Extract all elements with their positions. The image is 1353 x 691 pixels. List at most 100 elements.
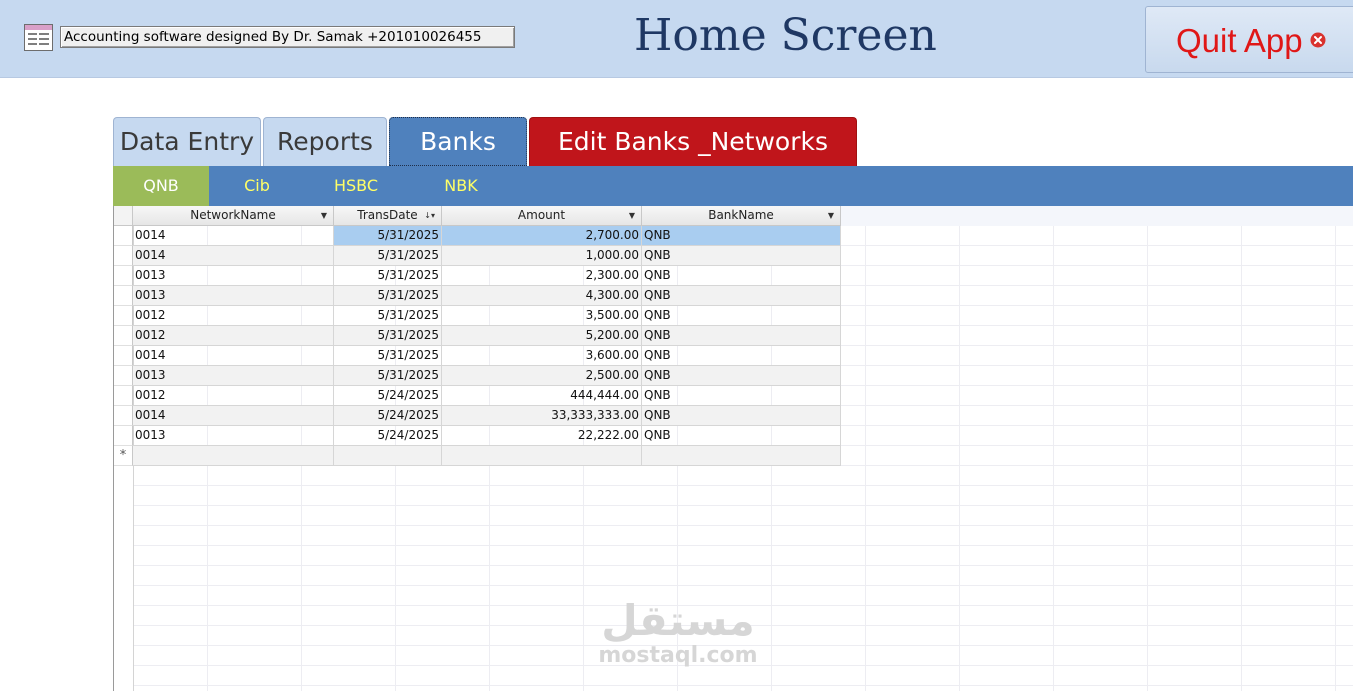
record-selector[interactable] — [114, 426, 133, 446]
record-selector[interactable] — [114, 386, 133, 406]
cell-networkname[interactable]: 0013 — [133, 286, 334, 306]
column-header-networkname[interactable]: NetworkName ▼ — [133, 206, 334, 226]
cell-transdate[interactable]: 5/24/2025 — [334, 386, 442, 406]
bank-subtab-bar: QNB Cib HSBC NBK — [113, 166, 1353, 206]
dropdown-arrow-icon[interactable]: ▼ — [321, 206, 327, 225]
cell-transdate[interactable]: 5/31/2025 — [334, 326, 442, 346]
cell-networkname[interactable]: 0013 — [133, 426, 334, 446]
table-row[interactable]: 0013 5/31/2025 2,300.00 QNB — [114, 266, 841, 286]
record-selector[interactable] — [114, 306, 133, 326]
subtab-hsbc[interactable]: HSBC — [323, 166, 389, 206]
column-header-amount[interactable]: Amount ▼ — [442, 206, 642, 226]
tab-edit-banks-networks[interactable]: Edit Banks _Networks — [529, 117, 857, 166]
form-icon — [24, 24, 53, 51]
record-selector[interactable] — [114, 226, 133, 246]
cell-networkname[interactable]: 0014 — [133, 346, 334, 366]
table-row[interactable]: 0014 5/31/2025 1,000.00 QNB — [114, 246, 841, 266]
cell-transdate[interactable]: 5/31/2025 — [334, 286, 442, 306]
cell-transdate[interactable]: 5/31/2025 — [334, 346, 442, 366]
sort-descending-icon[interactable]: ↓▾ — [424, 206, 435, 225]
cell-bankname[interactable]: QNB — [642, 306, 841, 326]
record-selector[interactable] — [114, 246, 133, 266]
tab-reports[interactable]: Reports — [263, 117, 387, 166]
cell-amount[interactable]: 3,600.00 — [442, 346, 642, 366]
dropdown-arrow-icon[interactable]: ▼ — [629, 206, 635, 225]
header-bar: Accounting software designed By Dr. Sama… — [0, 0, 1353, 78]
close-circle-icon — [1310, 32, 1326, 48]
select-all-corner[interactable] — [114, 206, 133, 226]
cell-bankname[interactable] — [642, 446, 841, 466]
cell-transdate[interactable]: 5/24/2025 — [334, 406, 442, 426]
record-selector[interactable] — [114, 286, 133, 306]
datasheet-header-row: NetworkName ▼ TransDate ↓▾ Amount ▼ Bank… — [114, 206, 1353, 226]
cell-amount[interactable]: 2,700.00 — [442, 226, 642, 246]
table-row[interactable]: 0014 5/31/2025 3,600.00 QNB — [114, 346, 841, 366]
cell-amount[interactable]: 2,300.00 — [442, 266, 642, 286]
cell-networkname[interactable]: 0012 — [133, 386, 334, 406]
record-selector[interactable] — [114, 346, 133, 366]
record-selector[interactable] — [114, 326, 133, 346]
cell-transdate[interactable]: 5/24/2025 — [334, 426, 442, 446]
cell-amount[interactable]: 444,444.00 — [442, 386, 642, 406]
cell-amount[interactable]: 4,300.00 — [442, 286, 642, 306]
column-header-bankname[interactable]: BankName ▼ — [642, 206, 841, 226]
table-row[interactable]: 0013 5/24/2025 22,222.00 QNB — [114, 426, 841, 446]
cell-bankname[interactable]: QNB — [642, 346, 841, 366]
dropdown-arrow-icon[interactable]: ▼ — [828, 206, 834, 225]
column-header-label: Amount — [517, 208, 566, 222]
subtab-qnb[interactable]: QNB — [113, 166, 209, 206]
cell-transdate[interactable]: 5/31/2025 — [334, 226, 442, 246]
cell-bankname[interactable]: QNB — [642, 426, 841, 446]
subtab-nbk[interactable]: NBK — [433, 166, 489, 206]
cell-transdate[interactable] — [334, 446, 442, 466]
cell-transdate[interactable]: 5/31/2025 — [334, 246, 442, 266]
table-row[interactable]: 0014 5/24/2025 33,333,333.00 QNB — [114, 406, 841, 426]
cell-bankname[interactable]: QNB — [642, 266, 841, 286]
cell-transdate[interactable]: 5/31/2025 — [334, 366, 442, 386]
cell-amount[interactable]: 22,222.00 — [442, 426, 642, 446]
table-row[interactable]: 0013 5/31/2025 2,500.00 QNB — [114, 366, 841, 386]
watermark-arabic: مستقل — [601, 596, 755, 645]
cell-amount[interactable]: 5,200.00 — [442, 326, 642, 346]
cell-bankname[interactable]: QNB — [642, 226, 841, 246]
cell-networkname[interactable]: 0014 — [133, 406, 334, 426]
cell-bankname[interactable]: QNB — [642, 406, 841, 426]
tab-data-entry[interactable]: Data Entry — [113, 117, 261, 166]
cell-bankname[interactable]: QNB — [642, 286, 841, 306]
cell-networkname[interactable]: 0013 — [133, 266, 334, 286]
table-row[interactable]: 0012 5/31/2025 5,200.00 QNB — [114, 326, 841, 346]
cell-transdate[interactable]: 5/31/2025 — [334, 306, 442, 326]
credit-label: Accounting software designed By Dr. Sama… — [60, 26, 515, 48]
cell-amount[interactable] — [442, 446, 642, 466]
cell-amount[interactable]: 2,500.00 — [442, 366, 642, 386]
cell-bankname[interactable]: QNB — [642, 326, 841, 346]
cell-networkname[interactable]: 0014 — [133, 226, 334, 246]
cell-networkname[interactable]: 0014 — [133, 246, 334, 266]
column-header-label: TransDate — [357, 208, 418, 222]
cell-bankname[interactable]: QNB — [642, 386, 841, 406]
table-row[interactable]: 0012 5/24/2025 444,444.00 QNB — [114, 386, 841, 406]
cell-networkname[interactable]: 0012 — [133, 326, 334, 346]
cell-amount[interactable]: 3,500.00 — [442, 306, 642, 326]
table-row[interactable]: 0014 5/31/2025 2,700.00 QNB — [114, 226, 841, 246]
cell-amount[interactable]: 1,000.00 — [442, 246, 642, 266]
cell-amount[interactable]: 33,333,333.00 — [442, 406, 642, 426]
subtab-cib[interactable]: Cib — [225, 166, 289, 206]
record-selector[interactable] — [114, 366, 133, 386]
table-row[interactable]: 0013 5/31/2025 4,300.00 QNB — [114, 286, 841, 306]
cell-networkname[interactable]: 0012 — [133, 306, 334, 326]
new-record-row[interactable]: * — [114, 446, 841, 466]
cell-bankname[interactable]: QNB — [642, 246, 841, 266]
tab-banks[interactable]: Banks — [389, 117, 527, 166]
record-selector[interactable] — [114, 266, 133, 286]
record-selector[interactable] — [114, 406, 133, 426]
cell-networkname[interactable]: 0013 — [133, 366, 334, 386]
quit-app-button[interactable]: Quit App — [1145, 6, 1353, 73]
cell-transdate[interactable]: 5/31/2025 — [334, 266, 442, 286]
cell-bankname[interactable]: QNB — [642, 366, 841, 386]
column-header-transdate[interactable]: TransDate ↓▾ — [334, 206, 442, 226]
new-record-marker[interactable]: * — [114, 446, 133, 466]
table-row[interactable]: 0012 5/31/2025 3,500.00 QNB — [114, 306, 841, 326]
cell-networkname[interactable] — [133, 446, 334, 466]
watermark: مستقل mostaql.com — [593, 598, 763, 668]
